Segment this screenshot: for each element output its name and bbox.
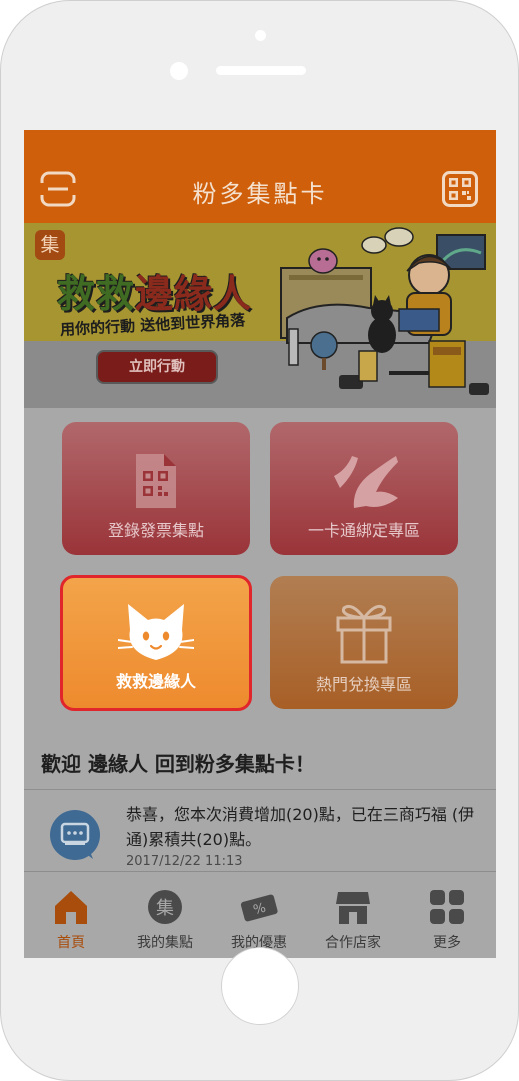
ipass-binding-tile[interactable]: 一卡通綁定專區 <box>270 422 458 555</box>
tab-my-coupons[interactable]: % 我的優惠 <box>212 872 306 958</box>
tab-label: 合作店家 <box>325 935 381 951</box>
earpiece-speaker <box>216 66 306 75</box>
svg-text:集: 集 <box>156 898 174 919</box>
bottom-tab-bar: 首頁 集 我的集點 % 我的優惠 合作店家 更多 <box>24 871 496 958</box>
ipass-logo-icon <box>334 456 398 508</box>
tab-more[interactable]: 更多 <box>400 872 494 958</box>
tile-label: 熱門兌換專區 <box>315 675 412 694</box>
proximity-sensor <box>170 62 188 80</box>
tile-label: 一卡通綁定專區 <box>307 521 420 540</box>
collect-points-icon: 集 <box>148 890 182 924</box>
tile-label: 登錄發票集點 <box>107 521 204 540</box>
phone-frame: 粉多集點卡 集 救救邊緣人 用你的行動 送他到世界角落 立即行動 登錄發票集點 … <box>0 0 519 1081</box>
take-action-button[interactable]: 立即行動 <box>96 350 218 384</box>
invoice-points-tile[interactable]: 登錄發票集點 <box>62 422 250 555</box>
popular-redeem-tile[interactable]: 熱門兌換專區 <box>270 576 458 709</box>
welcome-title: 歡迎 邊緣人 回到粉多集點卡！ <box>41 752 315 776</box>
tab-label: 更多 <box>433 935 461 951</box>
points-message: 恭喜，您本次消費增加(20)點，已在三商巧福 (伊通)累積共(20)點。 <box>126 805 475 849</box>
rescue-lonely-tile[interactable]: 救救邊緣人 <box>60 575 252 711</box>
coupon-icon: % <box>240 894 278 922</box>
home-button[interactable] <box>221 947 299 1025</box>
gift-icon <box>336 604 392 664</box>
promo-banner[interactable]: 集 救救邊緣人 用你的行動 送他到世界角落 立即行動 <box>24 223 496 408</box>
grid-more-icon <box>430 890 464 924</box>
tile-label: 救救邊緣人 <box>115 672 196 691</box>
message-bubble-icon <box>50 810 100 860</box>
divider <box>24 789 496 790</box>
tab-label: 首頁 <box>57 935 85 951</box>
app-screen: 粉多集點卡 集 救救邊緣人 用你的行動 送他到世界角落 立即行動 登錄發票集點 … <box>24 130 496 958</box>
tab-label: 我的集點 <box>137 935 193 951</box>
qr-code-icon[interactable] <box>442 171 478 207</box>
store-icon <box>336 892 370 924</box>
cat-icon <box>118 604 194 660</box>
headline-part-1: 救救 <box>57 272 136 316</box>
message-timestamp: 2017/12/22 11:13 <box>126 854 243 869</box>
qr-document-icon <box>136 454 176 508</box>
tab-my-points[interactable]: 集 我的集點 <box>118 872 212 958</box>
tab-partner-stores[interactable]: 合作店家 <box>306 872 400 958</box>
tab-home[interactable]: 首頁 <box>24 872 118 958</box>
page-title: 粉多集點卡 <box>192 180 328 208</box>
home-icon <box>55 891 87 924</box>
app-header: 粉多集點卡 <box>24 130 496 223</box>
front-camera <box>255 30 266 41</box>
banner-illustration <box>280 227 489 395</box>
collect-badge: 集 <box>35 230 65 260</box>
